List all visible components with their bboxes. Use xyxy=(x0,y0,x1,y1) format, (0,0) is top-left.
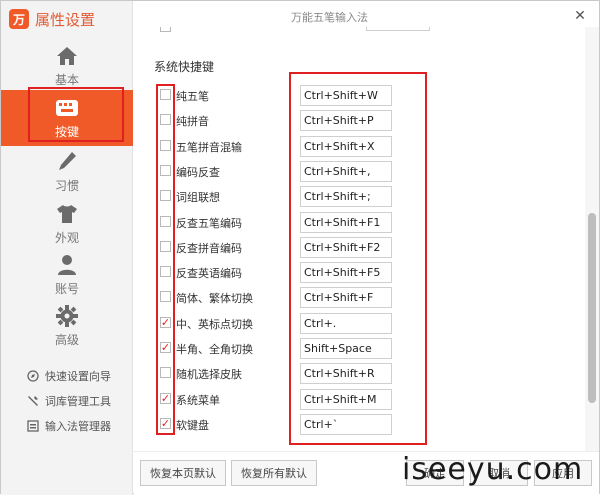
shortcut-label: 五笔拼音混输 xyxy=(176,140,242,154)
sidebar: 万 属性设置 基本 按键 习惯 外观 账号 高级 快速设置向导 词库管理工具 输… xyxy=(1,1,133,495)
user-icon xyxy=(54,253,80,277)
compass-icon xyxy=(27,370,39,382)
wrench-icon xyxy=(27,395,39,407)
nav-item-basic[interactable]: 基本 xyxy=(1,39,133,93)
nav-item-account[interactable]: 账号 xyxy=(1,248,133,302)
list-item-partial xyxy=(154,27,454,41)
shortcut-label: 软键盘 xyxy=(176,418,209,432)
active-indicator xyxy=(124,123,132,139)
nav-label: 账号 xyxy=(54,282,79,296)
tool-dictionary-manager[interactable]: 词库管理工具 xyxy=(27,391,111,411)
shortcut-label: 中、英标点切换 xyxy=(176,317,253,331)
shortcut-label: 编码反查 xyxy=(176,165,220,179)
window-title: 万能五笔输入法 xyxy=(291,11,368,24)
shortcut-label: 简体、繁体切换 xyxy=(176,292,253,306)
nav-label: 外观 xyxy=(54,231,79,245)
restore-all-default-button[interactable]: 恢复所有默认 xyxy=(231,460,317,486)
footer: 恢复本页默认 恢复所有默认 确定 取消 应用 iseeyu.com xyxy=(134,451,599,494)
annotation-highlight-hotkeys xyxy=(289,72,427,445)
shortcut-label: 随机选择皮肤 xyxy=(176,368,242,382)
tool-quick-setup[interactable]: 快速设置向导 xyxy=(27,366,111,386)
app-title-text: 属性设置 xyxy=(35,10,96,29)
shortcut-label: 反查五笔编码 xyxy=(176,216,242,230)
home-icon xyxy=(54,44,80,68)
restore-page-default-button[interactable]: 恢复本页默认 xyxy=(140,460,226,486)
shortcut-label: 纯五笔 xyxy=(176,90,209,103)
close-icon: ✕ xyxy=(574,8,586,24)
tool-label: 快速设置向导 xyxy=(45,370,111,383)
shortcut-label: 纯拼音 xyxy=(176,115,209,129)
watermark-text: iseeyu.com xyxy=(402,452,584,487)
shortcut-label: 半角、全角切换 xyxy=(176,343,253,356)
nav-label: 习惯 xyxy=(54,179,79,193)
close-button[interactable]: ✕ xyxy=(571,7,589,25)
shortcut-label: 反查英语编码 xyxy=(176,267,242,281)
manager-icon xyxy=(27,420,39,432)
tool-label: 输入法管理器 xyxy=(45,420,111,433)
settings-window: 万 属性设置 基本 按键 习惯 外观 账号 高级 快速设置向导 词库管理工具 输… xyxy=(0,0,600,495)
shirt-icon xyxy=(54,202,80,226)
scrollbar[interactable] xyxy=(585,27,599,457)
shortcut-label: 词组联想 xyxy=(176,191,220,205)
nav-item-habits[interactable]: 习惯 xyxy=(1,145,133,199)
shortcut-label: 系统菜单 xyxy=(176,393,220,407)
app-title: 万 属性设置 xyxy=(9,5,95,33)
scrollbar-thumb[interactable] xyxy=(588,213,596,403)
annotation-highlight-checkboxes xyxy=(156,84,175,435)
gear-icon xyxy=(54,304,80,328)
pen-icon xyxy=(54,150,80,174)
app-logo-icon: 万 xyxy=(9,9,29,29)
tool-ime-manager[interactable]: 输入法管理器 xyxy=(27,416,111,436)
nav-item-appearance[interactable]: 外观 xyxy=(1,197,133,251)
nav-item-advanced[interactable]: 高级 xyxy=(1,299,133,353)
tool-label: 词库管理工具 xyxy=(45,395,111,408)
section-title: 系统快捷键 xyxy=(154,60,215,74)
shortcut-label: 反查拼音编码 xyxy=(176,241,242,255)
annotation-highlight-nav xyxy=(28,87,124,142)
nav-label: 基本 xyxy=(54,73,79,87)
nav-label: 高级 xyxy=(54,333,79,347)
